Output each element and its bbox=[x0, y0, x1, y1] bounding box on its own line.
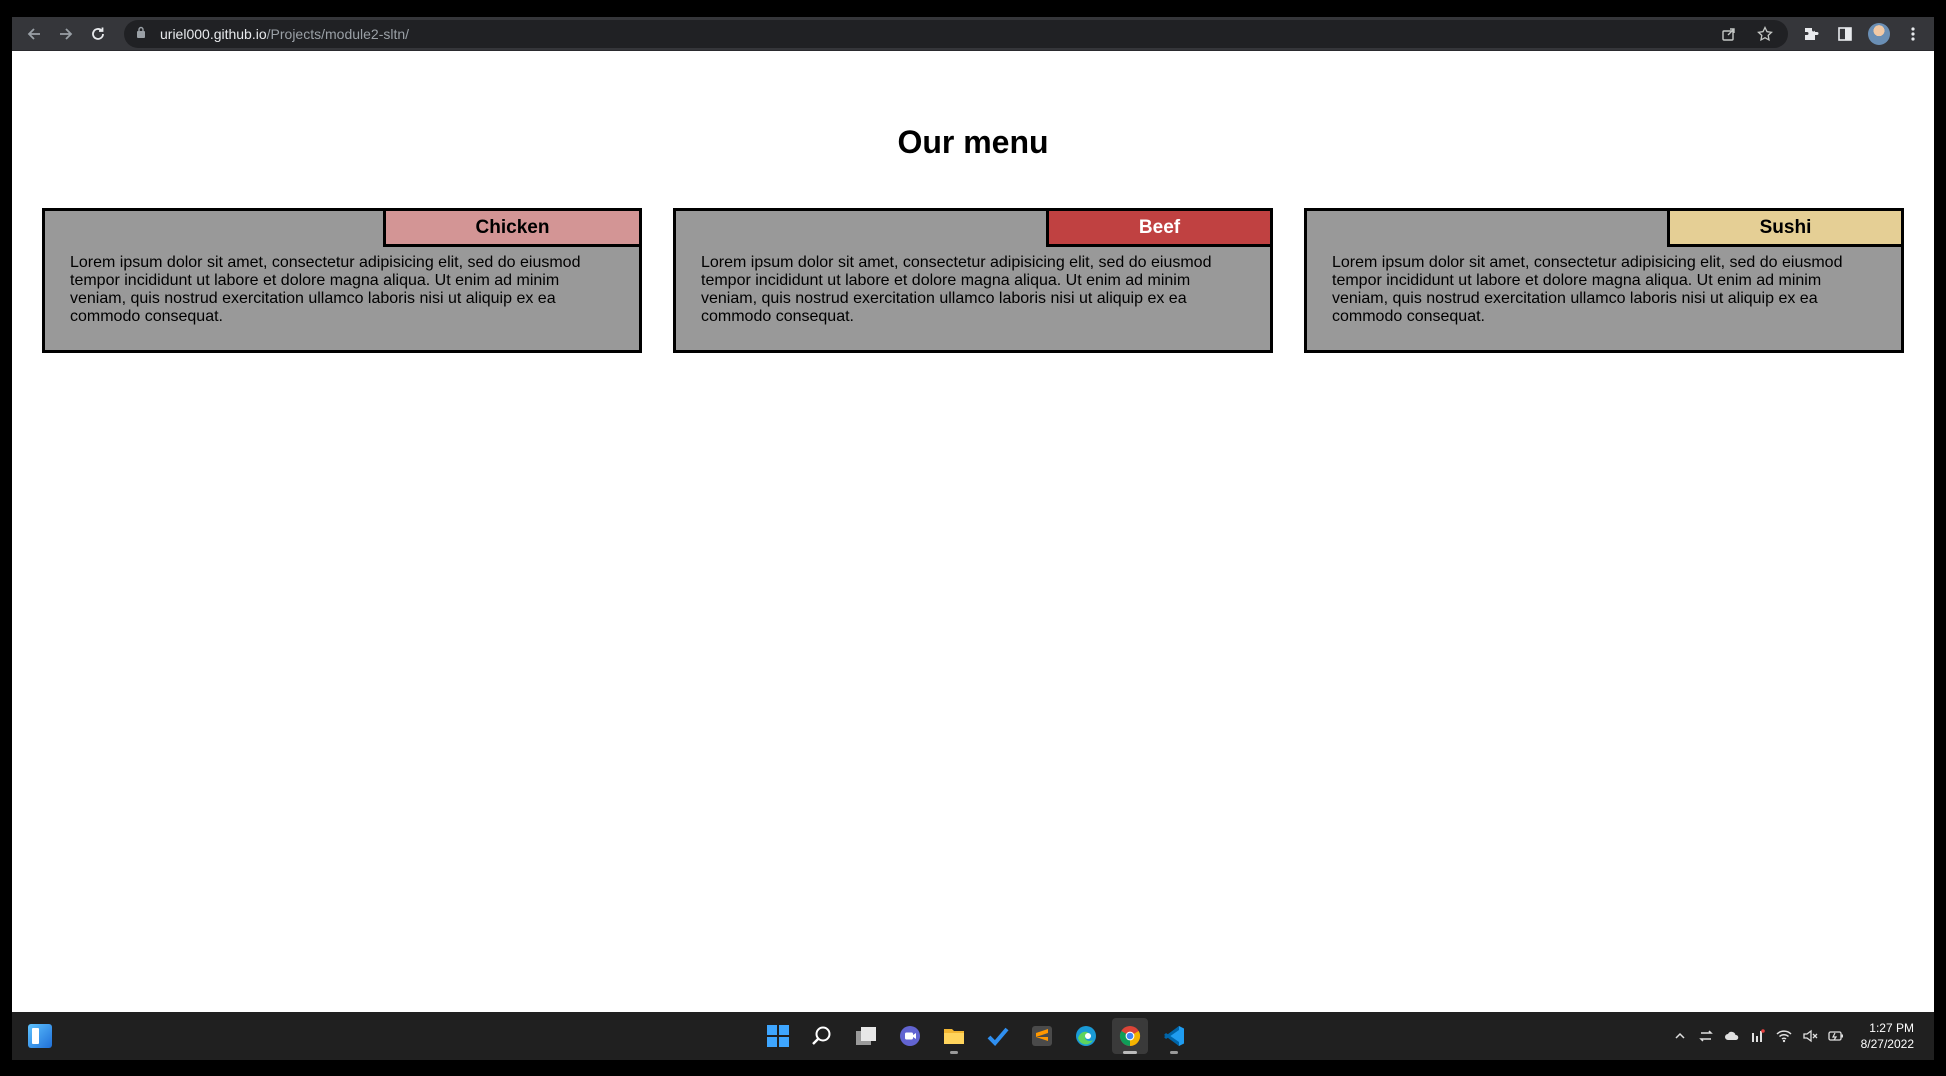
performance-monitor-icon[interactable] bbox=[1749, 1027, 1767, 1045]
wifi-icon[interactable] bbox=[1775, 1027, 1793, 1045]
todo-icon[interactable] bbox=[980, 1018, 1016, 1054]
url-path: /Projects/module2-sltn/ bbox=[266, 25, 410, 42]
bookmark-star-icon[interactable] bbox=[1754, 23, 1776, 45]
menu-card-sushi: Sushi Lorem ipsum dolor sit amet, consec… bbox=[1304, 208, 1904, 353]
page-title: Our menu bbox=[897, 124, 1049, 160]
profile-avatar[interactable] bbox=[1868, 22, 1890, 45]
start-icon[interactable] bbox=[760, 1018, 796, 1054]
menu-card-chicken: Chicken Lorem ipsum dolor sit amet, cons… bbox=[42, 208, 642, 353]
page-viewport: Our menu Chicken Lorem ipsum dolor sit a… bbox=[12, 51, 1934, 1012]
address-bar[interactable]: uriel000.github.io/Projects/module2-sltn… bbox=[124, 19, 1788, 48]
card-text-chicken: Lorem ipsum dolor sit amet, consectetur … bbox=[70, 254, 581, 325]
teams-chat-icon[interactable] bbox=[892, 1018, 928, 1054]
lock-icon bbox=[136, 26, 150, 41]
chrome-icon[interactable] bbox=[1112, 1018, 1148, 1054]
browser-toolbar: uriel000.github.io/Projects/module2-sltn… bbox=[12, 17, 1934, 51]
sublime-text-icon[interactable] bbox=[1024, 1018, 1060, 1054]
vscode-icon[interactable] bbox=[1156, 1018, 1192, 1054]
forward-icon[interactable] bbox=[50, 18, 82, 50]
screen: uriel000.github.io/Projects/module2-sltn… bbox=[0, 0, 1946, 1076]
sync-icon[interactable] bbox=[1697, 1027, 1715, 1045]
card-label-chicken: Chicken bbox=[383, 208, 642, 247]
clock-time: 1:27 PM bbox=[1869, 1021, 1914, 1035]
chevron-up-icon[interactable] bbox=[1671, 1027, 1689, 1045]
menu-card-beef: Beef Lorem ipsum dolor sit amet, consect… bbox=[673, 208, 1273, 353]
task-view-icon[interactable] bbox=[848, 1018, 884, 1054]
file-explorer-icon[interactable] bbox=[936, 1018, 972, 1054]
card-text-sushi: Lorem ipsum dolor sit amet, consectetur … bbox=[1332, 254, 1843, 325]
back-icon[interactable] bbox=[18, 18, 50, 50]
widgets-icon[interactable] bbox=[28, 1024, 52, 1048]
url-host: uriel000.github.io bbox=[160, 25, 267, 42]
card-label-sushi: Sushi bbox=[1667, 208, 1904, 247]
search-icon[interactable] bbox=[804, 1018, 840, 1054]
windows-taskbar: 1:27 PM 8/27/2022 bbox=[12, 1012, 1934, 1060]
kebab-menu-icon[interactable] bbox=[1902, 23, 1924, 45]
share-icon[interactable] bbox=[1718, 23, 1740, 45]
extensions-icon[interactable] bbox=[1800, 23, 1822, 45]
volume-muted-icon[interactable] bbox=[1801, 1027, 1819, 1045]
card-label-beef: Beef bbox=[1046, 208, 1273, 247]
onedrive-icon[interactable] bbox=[1723, 1027, 1741, 1045]
edge-icon[interactable] bbox=[1068, 1018, 1104, 1054]
reload-icon[interactable] bbox=[82, 18, 114, 50]
side-panel-icon[interactable] bbox=[1834, 23, 1856, 45]
card-text-beef: Lorem ipsum dolor sit amet, consectetur … bbox=[701, 254, 1212, 325]
clock-date: 8/27/2022 bbox=[1860, 1037, 1914, 1051]
system-clock[interactable]: 1:27 PM 8/27/2022 bbox=[1861, 1020, 1914, 1052]
menu-cards: Chicken Lorem ipsum dolor sit amet, cons… bbox=[42, 208, 1904, 353]
battery-icon[interactable] bbox=[1827, 1027, 1845, 1045]
